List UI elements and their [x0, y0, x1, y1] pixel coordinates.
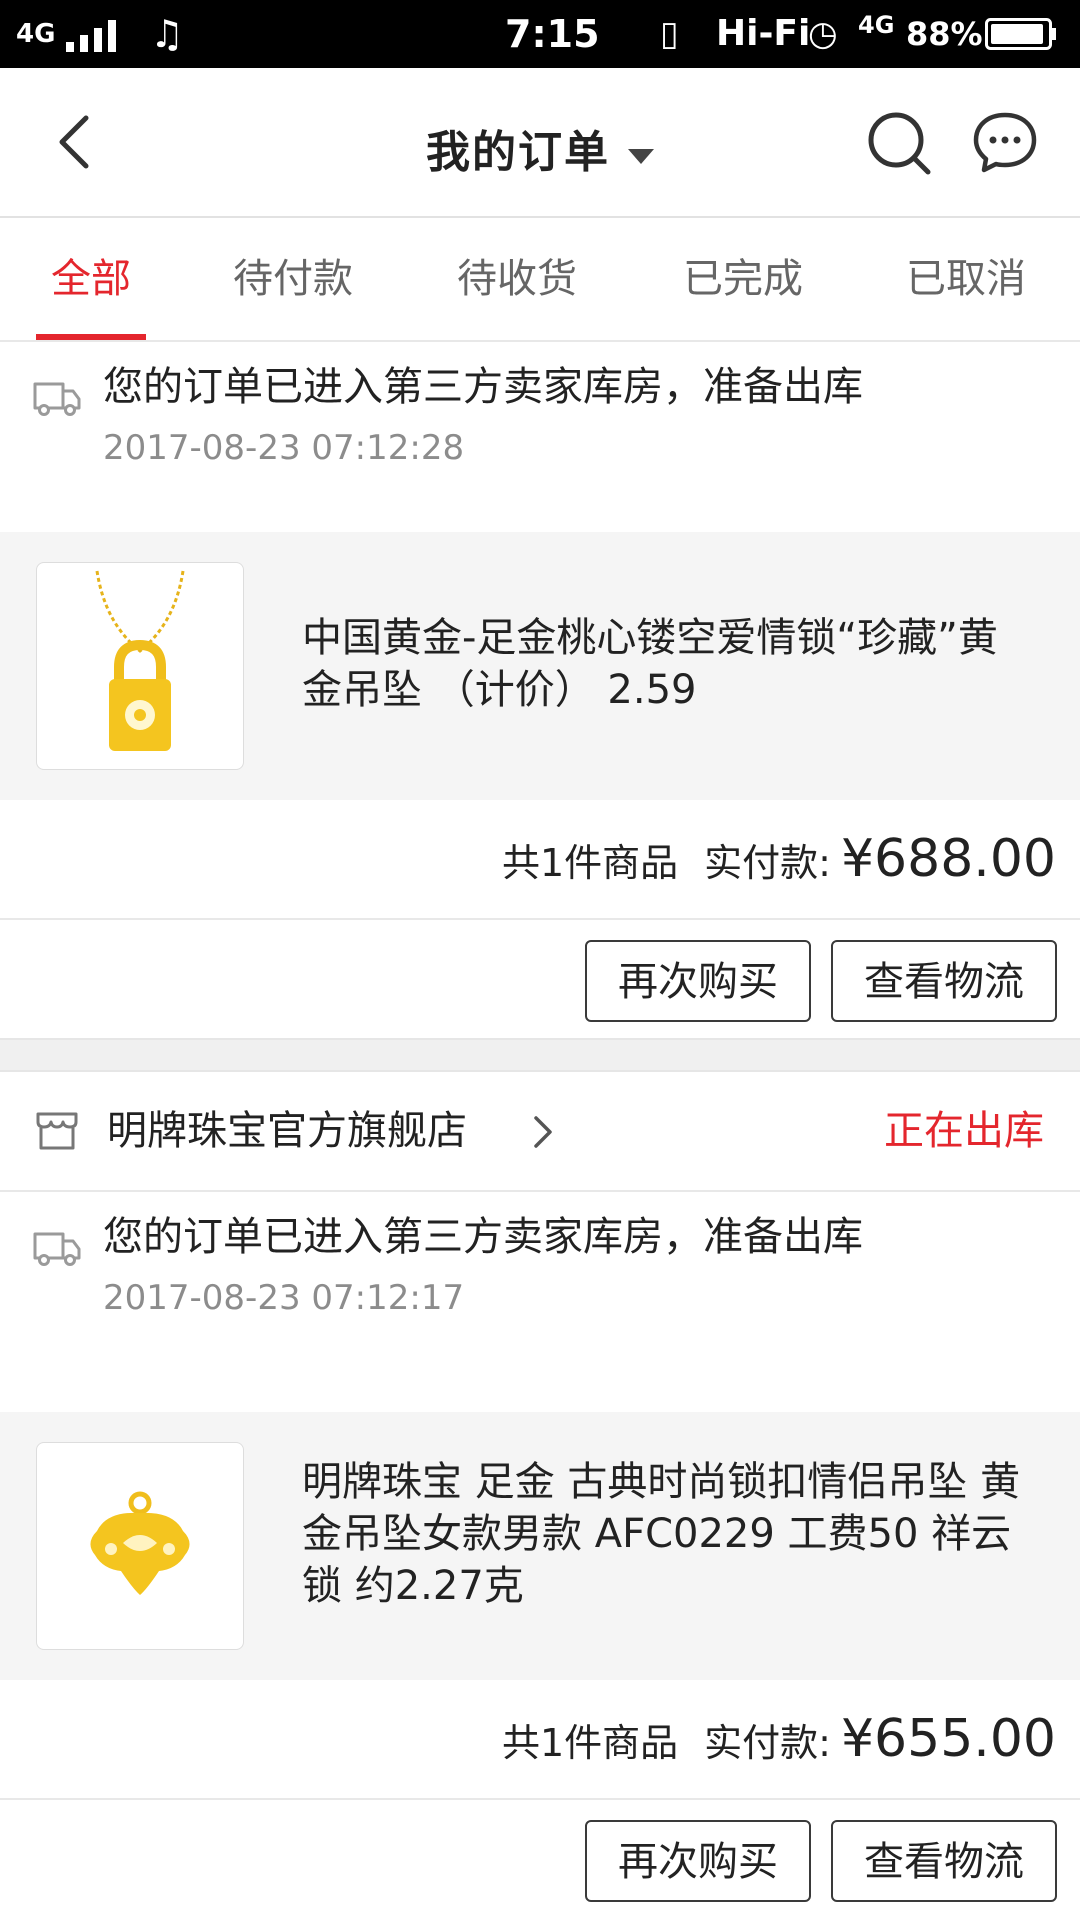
message-icon[interactable]: [972, 110, 1038, 176]
product-image: [36, 1442, 244, 1650]
alarm-icon: ◷: [808, 14, 838, 54]
network-type-2: 4G: [858, 11, 895, 39]
status-bar: 4G ♫ 7:15 ▯ Hi-Fi ◷ 4G 88%: [0, 0, 1080, 68]
paid-label: 实付款:: [704, 841, 831, 885]
tracking-info[interactable]: 您的订单已进入第三方卖家库房，准备出库 2017-08-23 07:12:17: [0, 1192, 1080, 1380]
clock: 7:15: [505, 12, 600, 56]
shop-name: 明牌珠宝官方旗舰店: [107, 1108, 467, 1154]
tracking-message: 您的订单已进入第三方卖家库房，准备出库: [103, 364, 863, 410]
tab-pending-receipt[interactable]: 待收货: [417, 218, 617, 340]
buy-again-button[interactable]: 再次购买: [585, 940, 811, 1022]
truck-icon: [33, 1232, 81, 1266]
product-item[interactable]: 明牌珠宝 足金 古典时尚锁扣情侣吊坠 黄金吊坠女款男款 AFC0229 工费50…: [0, 1412, 1080, 1680]
tracking-info[interactable]: 您的订单已进入第三方卖家库房，准备出库 2017-08-23 07:12:28: [0, 342, 1080, 530]
search-icon[interactable]: [866, 110, 932, 176]
tracking-message: 您的订单已进入第三方卖家库房，准备出库: [103, 1214, 863, 1260]
lock-pendant-icon: [95, 570, 185, 751]
music-icon: ♫: [150, 12, 185, 56]
caret-down-icon: [628, 149, 654, 164]
truck-icon: [33, 382, 81, 416]
store-icon: [36, 1112, 78, 1150]
hifi-indicator: Hi-Fi: [716, 13, 811, 54]
tab-cancelled[interactable]: 已取消: [866, 218, 1066, 340]
signal-icon: [66, 20, 116, 52]
buy-again-button[interactable]: 再次购买: [585, 1820, 811, 1902]
product-image: [36, 562, 244, 770]
page-title: 我的订单: [426, 127, 610, 178]
order-actions: 再次购买 查看物流: [0, 1800, 1080, 1918]
app-header: 我的订单: [0, 68, 1080, 218]
tab-completed[interactable]: 已完成: [643, 218, 843, 340]
item-count: 共1件商品: [501, 841, 679, 885]
cloud-lock-pendant-icon: [90, 1491, 190, 1595]
tab-all[interactable]: 全部: [0, 218, 191, 340]
chevron-right-icon: [534, 1116, 552, 1148]
view-logistics-button[interactable]: 查看物流: [831, 1820, 1057, 1902]
network-type: 4G: [16, 19, 56, 49]
vibrate-icon: ▯: [660, 14, 679, 54]
order-summary: 共1件商品 实付款: ¥688.00: [0, 800, 1080, 920]
battery-percent: 88%: [906, 15, 983, 53]
product-name: 中国黄金-足金桃心镂空爱情锁“珍藏”黄金吊坠 （计价） 2.59: [302, 615, 998, 713]
paid-amount: ¥688.00: [840, 829, 1056, 889]
tracking-time: 2017-08-23 07:12:28: [103, 428, 465, 468]
shop-header[interactable]: 明牌珠宝官方旗舰店 正在出库: [0, 1072, 1080, 1192]
order-summary: 共1件商品 实付款: ¥655.00: [0, 1680, 1080, 1800]
tracking-time: 2017-08-23 07:12:17: [103, 1278, 465, 1318]
paid-label: 实付款:: [704, 1721, 831, 1765]
order-tabs: 全部 待付款 待收货 已完成 已取消: [0, 218, 1080, 342]
active-tab-indicator: [36, 334, 146, 340]
tab-pending-payment[interactable]: 待付款: [193, 218, 393, 340]
product-item[interactable]: 中国黄金-足金桃心镂空爱情锁“珍藏”黄金吊坠 （计价） 2.59: [0, 532, 1080, 800]
section-divider: [0, 1038, 1080, 1072]
battery-icon: [985, 18, 1056, 50]
order-status: 正在出库: [884, 1108, 1044, 1154]
item-count: 共1件商品: [501, 1721, 679, 1765]
order-actions: 再次购买 查看物流: [0, 920, 1080, 1038]
product-name: 明牌珠宝 足金 古典时尚锁扣情侣吊坠 黄金吊坠女款男款 AFC0229 工费50…: [302, 1459, 1021, 1609]
view-logistics-button[interactable]: 查看物流: [831, 940, 1057, 1022]
paid-amount: ¥655.00: [840, 1709, 1056, 1769]
